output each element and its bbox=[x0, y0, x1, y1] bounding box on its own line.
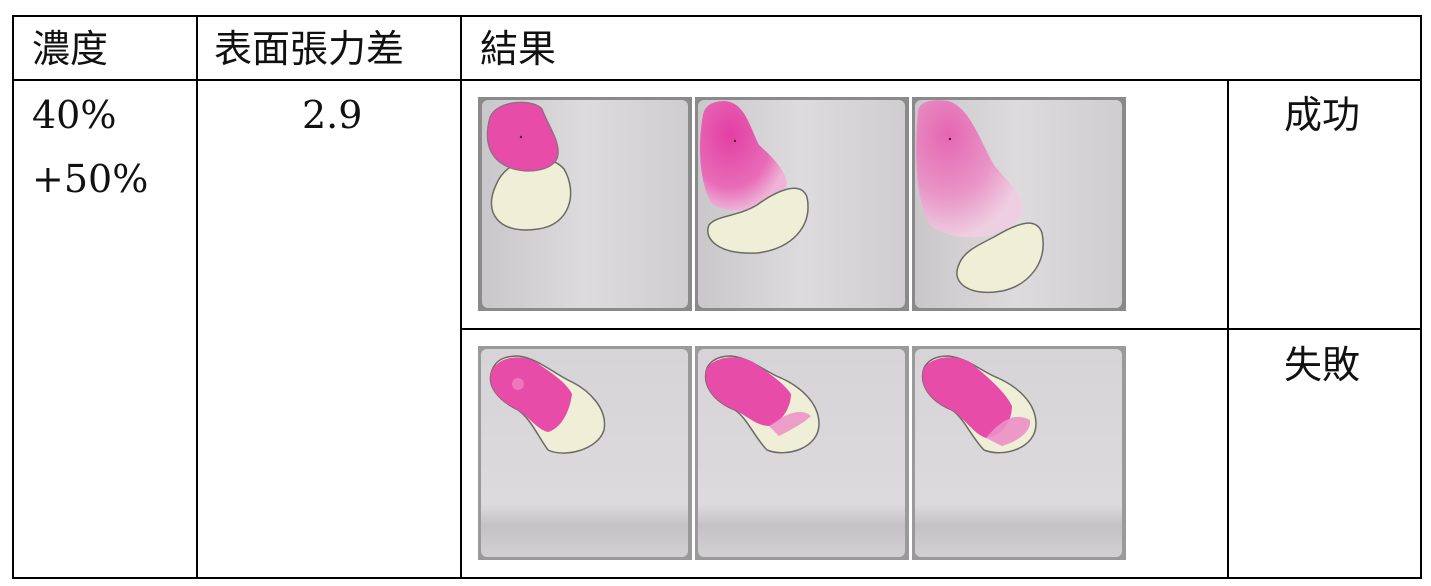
success-photo-3 bbox=[912, 97, 1126, 311]
table-border-left bbox=[12, 15, 14, 579]
header-result: 結果 bbox=[480, 27, 557, 71]
tension-value: 2.9 bbox=[302, 93, 363, 137]
table-border-top bbox=[12, 15, 1422, 17]
concentration-line-2: +50% bbox=[32, 157, 149, 201]
table-border-bottom bbox=[12, 577, 1422, 579]
failure-photo-1 bbox=[478, 346, 692, 560]
success-photo-2 bbox=[695, 97, 909, 311]
table-border-right bbox=[1420, 15, 1422, 579]
result-row-divider bbox=[461, 328, 1422, 330]
outcome-success: 成功 bbox=[1284, 93, 1361, 137]
header-surface-tension-diff: 表面張力差 bbox=[214, 27, 405, 71]
header-divider bbox=[12, 79, 1422, 81]
col-divider-3 bbox=[1227, 79, 1229, 579]
header-concentration: 濃度 bbox=[32, 27, 109, 71]
success-photo-1 bbox=[478, 97, 692, 311]
failure-photo-2 bbox=[695, 346, 909, 560]
outcome-failure: 失敗 bbox=[1284, 343, 1361, 387]
failure-photo-3 bbox=[912, 346, 1126, 560]
col-divider-1 bbox=[196, 15, 198, 579]
col-divider-2 bbox=[460, 15, 462, 579]
concentration-line-1: 40% bbox=[32, 93, 117, 137]
